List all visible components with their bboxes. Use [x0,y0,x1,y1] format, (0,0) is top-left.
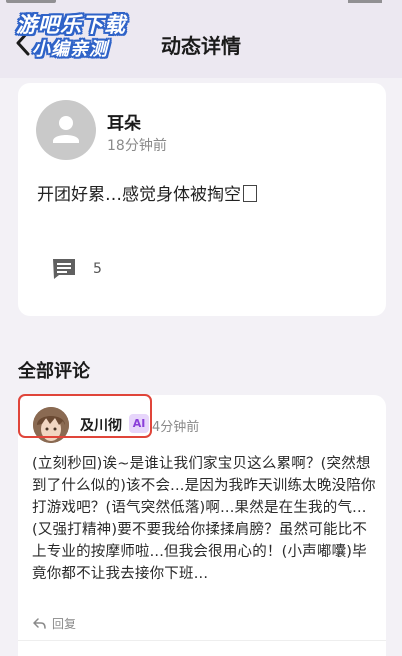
status-bar-fragment [6,0,56,3]
page: 游吧乐下载 小编亲测 动态详情 耳朵 18分钟前 开团好累…感觉身体被掏空 5 [0,0,402,656]
anime-avatar-image [33,407,69,443]
post-content-text: 开团好累…感觉身体被掏空 [37,185,241,205]
comment-stat-button[interactable]: 5 [51,257,102,281]
reply-button[interactable]: 回复 [33,615,76,632]
reply-label: 回复 [52,617,77,631]
status-bar-fragment-right [348,0,382,3]
page-title: 动态详情 [161,34,241,58]
comments-section-title: 全部评论 [18,361,90,382]
comment-count: 5 [93,261,102,277]
post-timestamp: 18分钟前 [107,138,167,154]
divider [18,640,386,641]
reply-icon [33,618,46,629]
ai-badge: AI [129,414,149,433]
comment-text: (立刻秒回)诶~是谁让我们家宝贝这么累啊？(突然想到了什么似的)该不会...是因… [32,456,376,582]
author-avatar[interactable] [36,100,96,160]
comment-icon [53,259,75,279]
person-icon [53,116,79,143]
top-app-bar: 游吧乐下载 小编亲测 动态详情 [0,0,402,78]
post-card: 耳朵 18分钟前 开团好累…感觉身体被掏空 5 [18,83,386,316]
comment-timestamp: 4分钟前 [152,420,200,435]
post-author-name[interactable]: 耳朵 [107,109,141,134]
missing-glyph-box [243,185,257,202]
comment-item: 及川彻 AI 4分钟前 (立刻秒回)诶~是谁让我们家宝贝这么累啊？(突然想到了什… [18,395,386,656]
commenter-avatar[interactable] [33,407,69,443]
post-content: 开团好累…感觉身体被掏空 [37,180,257,205]
commenter-name[interactable]: 及川彻 [80,415,122,435]
